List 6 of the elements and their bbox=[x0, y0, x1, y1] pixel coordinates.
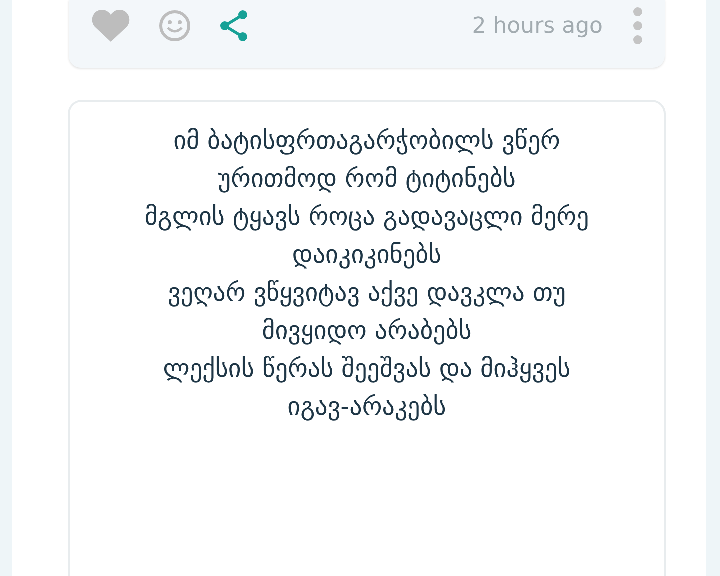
heart-icon[interactable] bbox=[91, 9, 131, 43]
smiley-icon[interactable] bbox=[159, 10, 191, 42]
share-icon[interactable] bbox=[219, 10, 249, 42]
poem-line: ლექსის წერას შეეშვას და მიჰყვეს იგავ-არაკებს bbox=[162, 353, 572, 423]
timestamp: 2 hours ago bbox=[472, 14, 603, 38]
more-options-icon[interactable] bbox=[633, 7, 643, 45]
